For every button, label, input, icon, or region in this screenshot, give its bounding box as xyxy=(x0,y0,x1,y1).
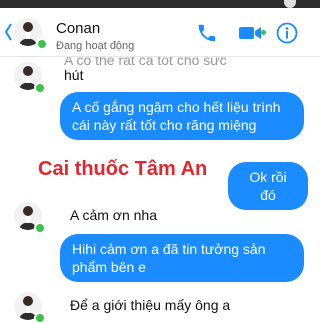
message-bubble[interactable]: Hihi cảm ơn a đã tin tưởng sản phẩm bên … xyxy=(60,234,304,282)
message-text: Để a giới thiệu mấy ông a xyxy=(70,297,231,313)
video-online-dot xyxy=(261,30,266,35)
message-bubble[interactable]: A cảm ơn nha xyxy=(60,200,167,230)
active-status: Đang hoạt động xyxy=(56,40,135,52)
top-strip xyxy=(0,0,320,8)
online-indicator xyxy=(34,312,46,324)
message-text: A cảm ơn nha xyxy=(70,207,158,223)
online-indicator xyxy=(34,222,46,234)
contact-name[interactable]: Conan xyxy=(56,20,100,37)
message-text: A cố gắng ngậm cho hết liệu trình cái nà… xyxy=(72,99,281,133)
info-icon[interactable] xyxy=(276,22,298,44)
chat-header: Conan Đang hoạt động xyxy=(0,8,320,57)
message-bubble[interactable]: Ok rồi đó xyxy=(228,162,308,210)
online-indicator xyxy=(36,38,48,50)
message-bubble[interactable]: A cố gắng ngậm cho hết liệu trình cái nà… xyxy=(60,92,304,140)
message-bubble[interactable]: Để a giới thiệu mấy ông a xyxy=(60,290,240,320)
message-text: hút xyxy=(64,67,84,83)
back-icon[interactable] xyxy=(4,22,12,42)
online-indicator xyxy=(34,82,46,94)
strip-knob xyxy=(284,0,296,8)
message-text: Hihi cảm ơn a đã tin tưởng sản phẩm bên … xyxy=(72,241,266,275)
message-text: Ok rồi đó xyxy=(249,169,287,203)
watermark-text: Cai thuốc Tâm An xyxy=(38,158,208,180)
video-icon[interactable] xyxy=(238,22,262,44)
message-bubble[interactable]: A có thể rất cả tốt cho sức khoẻ hút xyxy=(64,54,244,84)
phone-icon[interactable] xyxy=(196,22,218,44)
